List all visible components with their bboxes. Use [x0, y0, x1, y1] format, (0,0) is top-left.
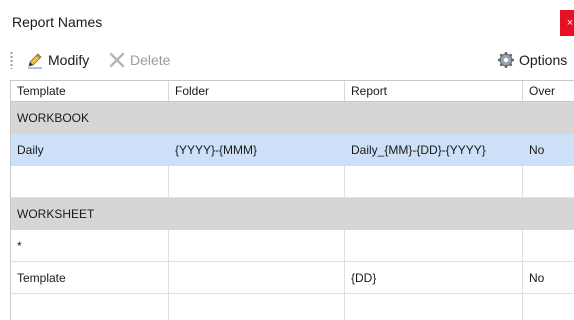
cell-over[interactable]: No: [523, 134, 574, 166]
column-header-over[interactable]: Over: [523, 81, 574, 101]
report-names-grid: Template Folder Report Over WORKBOOK Dai…: [10, 80, 574, 320]
modify-button[interactable]: Modify: [26, 49, 89, 71]
cell-template[interactable]: *: [11, 230, 169, 262]
close-button[interactable]: ×: [560, 10, 574, 36]
cell-over[interactable]: [523, 166, 574, 198]
cell-template[interactable]: Daily: [11, 134, 169, 166]
delete-button[interactable]: Delete: [108, 49, 170, 71]
cell-over[interactable]: [523, 294, 574, 320]
grid-header: Template Folder Report Over: [11, 80, 574, 102]
cell-report[interactable]: Daily_{MM}-{DD}-{YYYY}: [345, 134, 523, 166]
cell-report[interactable]: {DD}: [345, 262, 523, 294]
group-header-worksheet[interactable]: WORKSHEET: [11, 198, 574, 230]
table-row[interactable]: [11, 294, 574, 320]
cell-folder[interactable]: {YYYY}-{MMM}: [169, 134, 345, 166]
close-icon: ×: [566, 17, 574, 29]
report-names-window: Report Names × Modify Delete Options Tem…: [0, 0, 574, 320]
options-button[interactable]: Options: [497, 49, 567, 71]
group-header-workbook[interactable]: WORKBOOK: [11, 102, 574, 134]
x-delete-icon: [108, 51, 126, 69]
toolbar: Modify Delete Options: [0, 42, 574, 76]
cell-report[interactable]: [345, 230, 523, 262]
column-header-folder[interactable]: Folder: [169, 81, 345, 101]
table-row[interactable]: [11, 166, 574, 198]
cell-over[interactable]: No: [523, 262, 574, 294]
cell-over[interactable]: [523, 230, 574, 262]
cell-template[interactable]: [11, 294, 169, 320]
cell-report[interactable]: [345, 166, 523, 198]
column-header-template[interactable]: Template: [11, 81, 169, 101]
column-header-report[interactable]: Report: [345, 81, 523, 101]
cell-report[interactable]: [345, 294, 523, 320]
pencil-icon: [26, 51, 44, 69]
delete-label: Delete: [130, 52, 171, 68]
cell-folder[interactable]: [169, 230, 345, 262]
modify-label: Modify: [48, 52, 90, 68]
title-bar: Report Names ×: [0, 0, 574, 42]
cell-folder[interactable]: [169, 166, 345, 198]
table-row[interactable]: Daily {YYYY}-{MMM} Daily_{MM}-{DD}-{YYYY…: [11, 134, 574, 166]
table-row[interactable]: Template {DD} No: [11, 262, 574, 294]
cell-template[interactable]: Template: [11, 262, 169, 294]
cell-folder[interactable]: [169, 294, 345, 320]
window-title: Report Names: [12, 14, 103, 30]
cell-template[interactable]: [11, 166, 169, 198]
toolbar-grip[interactable]: [10, 51, 13, 69]
gear-icon: [497, 51, 515, 69]
table-row[interactable]: *: [11, 230, 574, 262]
options-label: Options: [519, 52, 568, 68]
cell-folder[interactable]: [169, 262, 345, 294]
